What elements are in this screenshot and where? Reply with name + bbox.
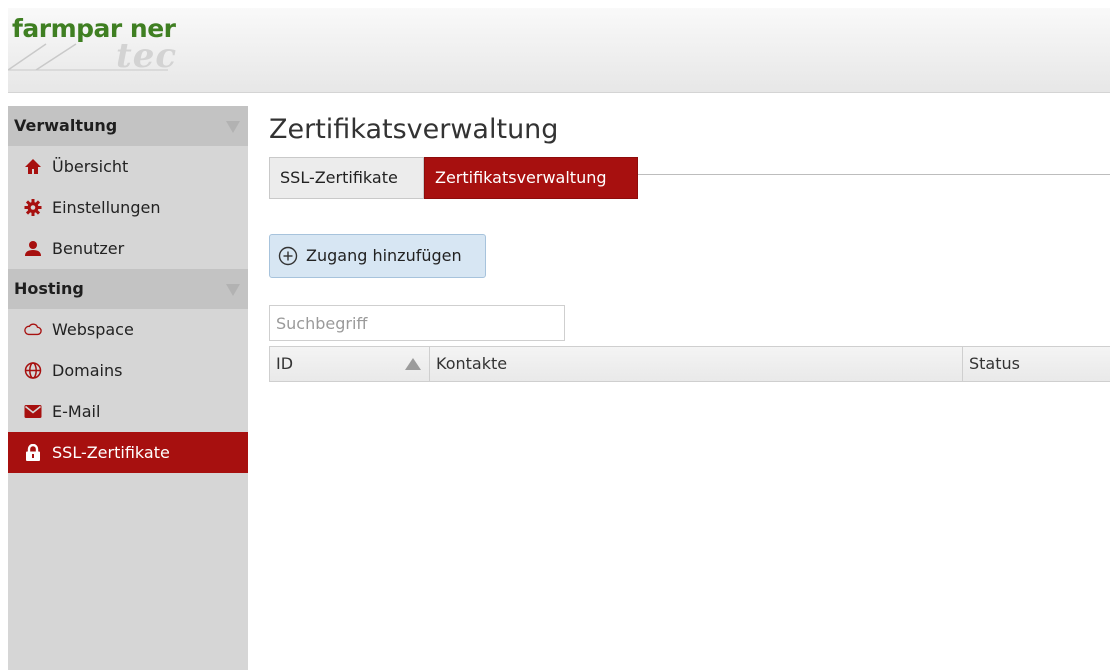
sidebar-item-label: Webspace	[52, 320, 134, 339]
page-title: Zertifikatsverwaltung	[269, 114, 559, 145]
collapse-triangle-icon[interactable]	[226, 121, 240, 133]
farmpartner-tec-logo[interactable]: tec farmpar ner	[8, 8, 208, 92]
sidebar-section-hosting[interactable]: Hosting	[8, 269, 248, 309]
sidebar-item-label: Einstellungen	[52, 198, 161, 217]
app-header: tec farmpar ner	[8, 8, 1110, 93]
lock-icon	[26, 444, 40, 461]
add-access-button[interactable]: Zugang hinzufügen	[269, 234, 486, 278]
user-icon	[25, 241, 41, 256]
main-content: Zertifikatsverwaltung SSL-Zertifikate Ze…	[248, 92, 1110, 670]
sidebar: Verwaltung Übersicht Einstellungen Benut…	[8, 106, 248, 670]
sidebar-item-ssl-zertifikate[interactable]: SSL-Zertifikate	[8, 432, 248, 473]
column-header-label: Status	[969, 354, 1020, 373]
sidebar-item-label: SSL-Zertifikate	[52, 443, 170, 462]
tab-zertifikatsverwaltung[interactable]: Zertifikatsverwaltung	[424, 157, 638, 199]
column-header-label: Kontakte	[436, 354, 508, 373]
search-input[interactable]	[269, 305, 565, 341]
sidebar-item-einstellungen[interactable]: Einstellungen	[8, 187, 248, 228]
sidebar-section-title: Hosting	[14, 279, 84, 298]
sidebar-section-title: Verwaltung	[14, 116, 118, 135]
gear-icon	[24, 199, 42, 216]
sidebar-item-label: Domains	[52, 361, 123, 380]
column-header-label: ID	[276, 354, 294, 373]
add-access-button-label: Zugang hinzufügen	[306, 246, 462, 265]
sidebar-item-webspace[interactable]: Webspace	[8, 309, 248, 350]
sidebar-item-label: E-Mail	[52, 402, 101, 421]
sidebar-item-label: Übersicht	[52, 157, 129, 176]
cloud-icon	[24, 323, 42, 336]
plus-circle-icon	[278, 246, 298, 266]
sidebar-item-label: Benutzer	[52, 239, 125, 258]
logo-main-text: farmpar ner	[12, 14, 176, 43]
tabs-divider	[637, 174, 1110, 175]
table-header: ID Kontakte Status	[269, 346, 1110, 382]
globe-icon	[24, 362, 42, 379]
sidebar-item-uebersicht[interactable]: Übersicht	[8, 146, 248, 187]
sidebar-section-verwaltung[interactable]: Verwaltung	[8, 106, 248, 146]
sidebar-item-domains[interactable]: Domains	[8, 350, 248, 391]
tab-ssl-zertifikate[interactable]: SSL-Zertifikate	[269, 157, 424, 199]
sidebar-item-email[interactable]: E-Mail	[8, 391, 248, 432]
sort-ascending-icon	[405, 358, 421, 370]
home-icon	[25, 159, 41, 174]
sidebar-item-benutzer[interactable]: Benutzer	[8, 228, 248, 269]
mail-icon	[24, 405, 42, 418]
column-header-kontakte[interactable]: Kontakte	[430, 347, 963, 381]
column-header-status[interactable]: Status	[963, 347, 1110, 381]
column-header-id[interactable]: ID	[270, 347, 430, 381]
collapse-triangle-icon[interactable]	[226, 284, 240, 296]
